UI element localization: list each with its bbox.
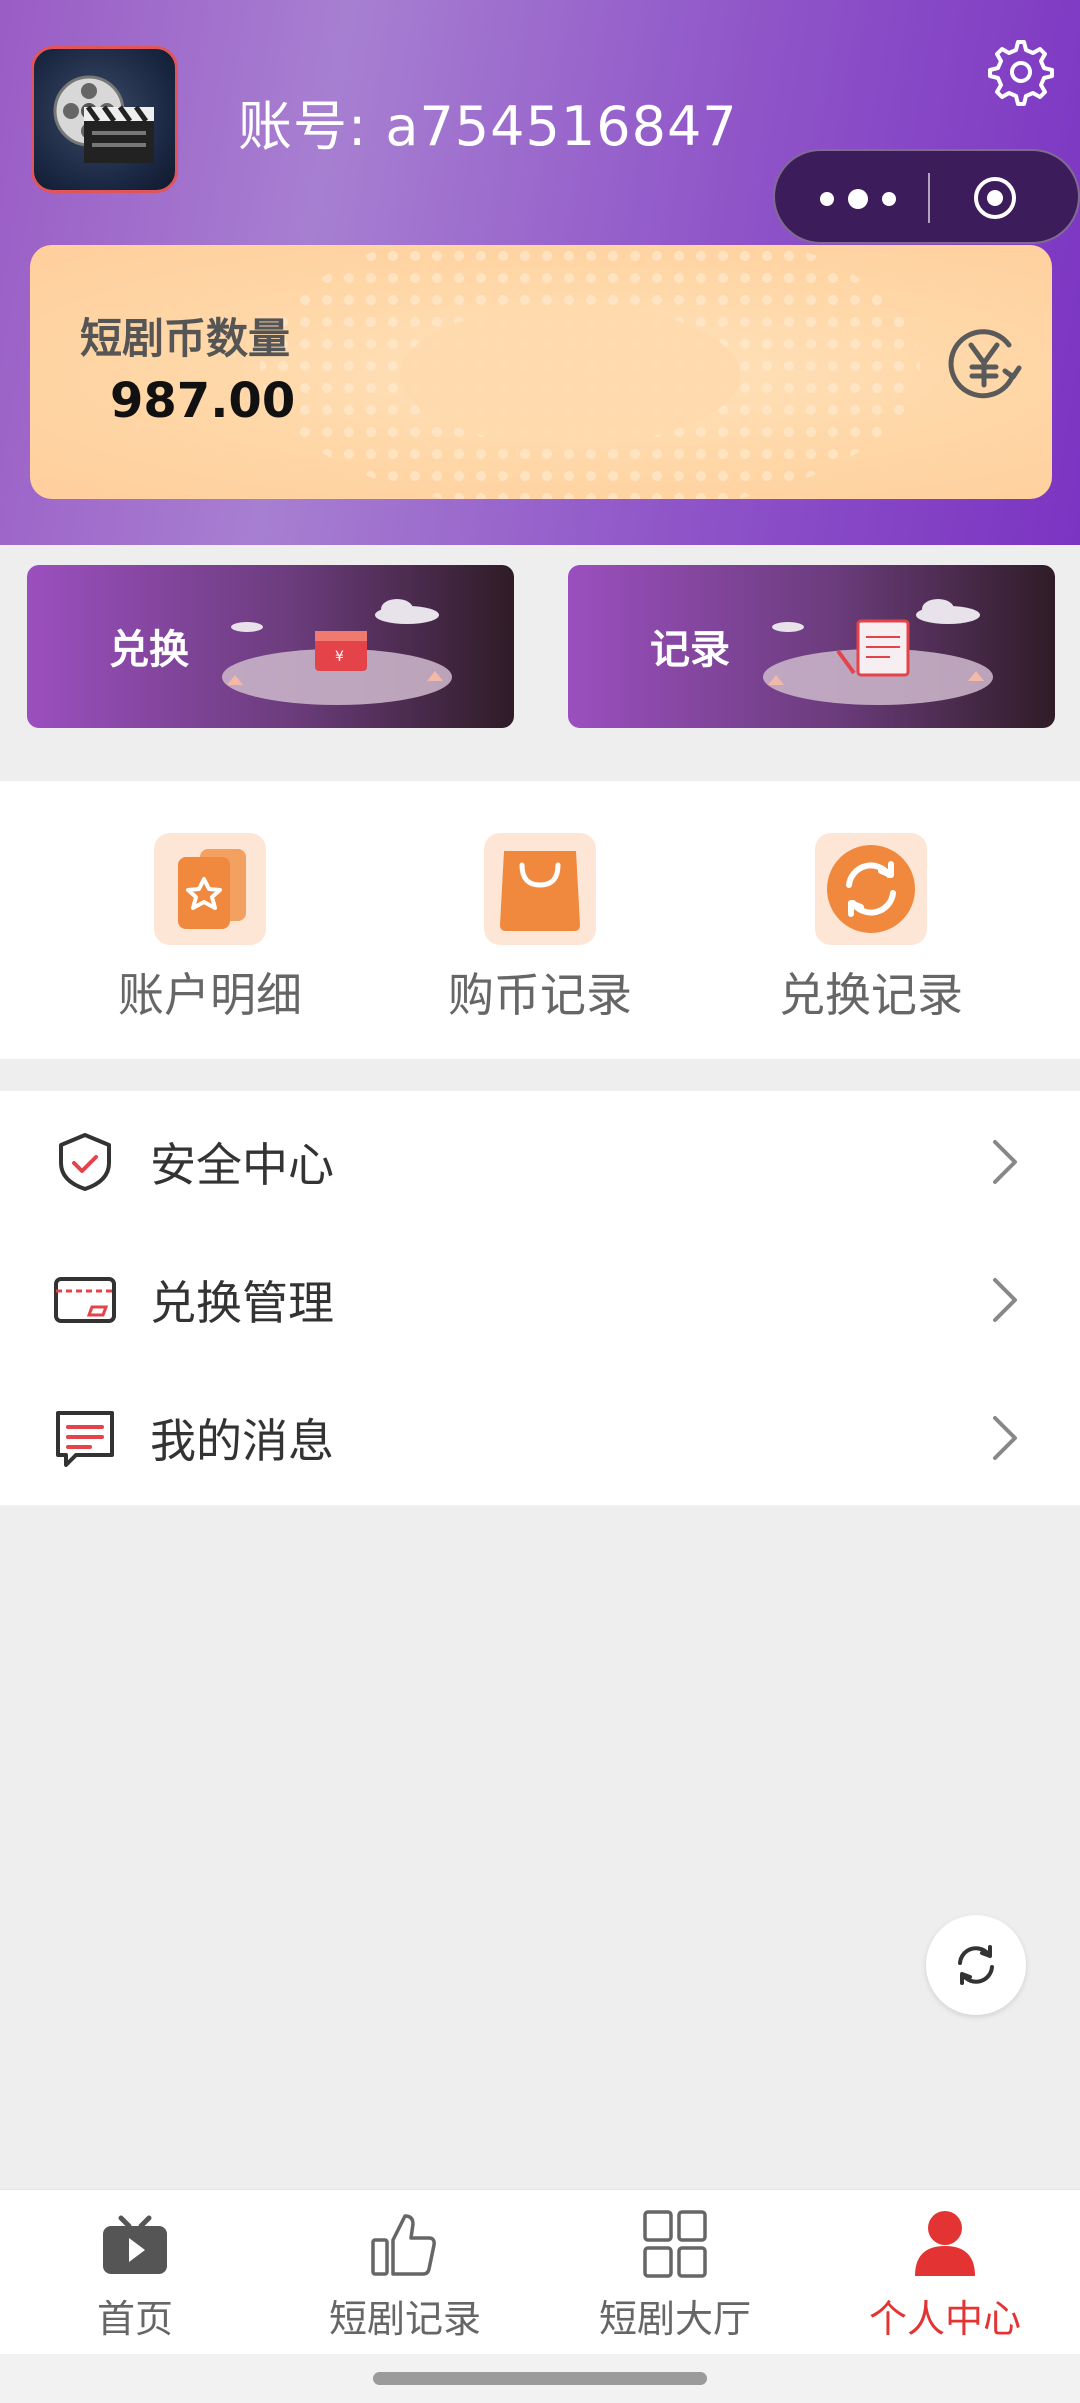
quick-link-label: 兑换记录	[779, 968, 963, 1022]
shopping-bag-icon	[484, 833, 596, 945]
film-clapper-avatar-icon	[53, 75, 154, 163]
svg-text:¥: ¥	[335, 649, 344, 665]
person-icon	[915, 2211, 975, 2276]
gear-icon[interactable]	[982, 36, 1054, 108]
capsule-divider	[928, 173, 930, 223]
coin-label: 短剧币数量	[80, 314, 291, 363]
profile-header: 账号: a754516847 短剧币数量 987.00	[0, 0, 1080, 545]
tab-drama-hall[interactable]: 短剧大厅	[540, 2208, 810, 2343]
menu-item-label: 兑换管理	[150, 1276, 334, 1330]
tab-label: 短剧大厅	[598, 2297, 751, 2341]
record-banner[interactable]: 记录	[568, 565, 1055, 728]
menu-item-exchange-management[interactable]: 兑换管理	[0, 1229, 1080, 1367]
mini-program-capsule	[773, 149, 1080, 244]
card-star-icon	[154, 833, 266, 945]
coin-value: 987.00	[110, 373, 296, 429]
quick-link-label: 账户明细	[118, 968, 302, 1022]
dot-pattern-decoration	[260, 245, 920, 499]
quick-link-account-detail[interactable]: 账户明细	[90, 833, 330, 1025]
thumb-up-icon	[371, 2214, 436, 2276]
bottom-tab-bar: 首页 短剧记录 短剧大厅 个人中心	[0, 2189, 1080, 2354]
tab-label: 首页	[96, 2297, 173, 2341]
tab-personal-center[interactable]: 个人中心	[810, 2208, 1080, 2343]
menu-item-my-messages[interactable]: 我的消息	[0, 1367, 1080, 1505]
avatar[interactable]	[31, 46, 178, 193]
chevron-right-icon	[993, 1416, 1017, 1460]
menu-list: 安全中心 兑换管理 我的消息	[0, 1091, 1080, 1505]
refresh-circle-icon	[815, 833, 927, 945]
account-id: 账号: a754516847	[238, 95, 738, 158]
menu-item-security-center[interactable]: 安全中心	[0, 1091, 1080, 1229]
target-icon[interactable]	[970, 173, 1020, 223]
card-icon	[54, 1277, 116, 1323]
system-navigation-bar	[0, 2354, 1080, 2403]
coin-balance-card: 短剧币数量 987.00	[30, 245, 1052, 499]
record-banner-label: 记录	[650, 627, 730, 673]
home-indicator[interactable]	[373, 2372, 707, 2385]
quick-link-purchase-record[interactable]: 购币记录	[420, 833, 660, 1025]
tab-label: 短剧记录	[328, 2297, 481, 2341]
grid-icon	[643, 2210, 707, 2278]
chevron-right-icon	[993, 1140, 1017, 1184]
message-icon	[56, 1411, 114, 1467]
exchange-banner-label: 兑换	[109, 627, 189, 673]
chevron-right-icon	[993, 1278, 1017, 1322]
exchange-banner[interactable]: 兑换 ¥	[27, 565, 514, 728]
more-dots-icon[interactable]	[813, 181, 903, 217]
tab-drama-record[interactable]: 短剧记录	[270, 2208, 540, 2343]
shield-check-icon	[59, 1133, 111, 1191]
quick-links: 账户明细 购币记录 兑换记录	[0, 781, 1080, 1059]
menu-item-label: 我的消息	[150, 1414, 334, 1468]
tv-play-icon	[103, 2215, 167, 2274]
yen-exchange-icon[interactable]	[943, 323, 1025, 405]
notebook-illustration-icon	[763, 599, 993, 705]
floating-refresh-button[interactable]	[926, 1915, 1026, 2015]
red-box-illustration-icon: ¥	[222, 599, 452, 705]
menu-item-label: 安全中心	[150, 1138, 334, 1192]
quick-link-label: 购币记录	[448, 968, 632, 1022]
quick-link-exchange-record[interactable]: 兑换记录	[751, 833, 991, 1025]
tab-label: 个人中心	[868, 2297, 1021, 2341]
refresh-icon	[958, 1945, 994, 1985]
tab-home[interactable]: 首页	[0, 2208, 270, 2343]
